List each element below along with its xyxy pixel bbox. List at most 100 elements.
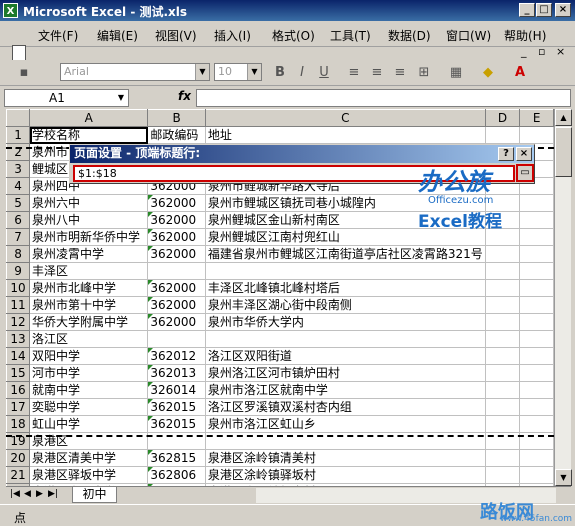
cell-e[interactable]	[519, 194, 554, 212]
menu-insert[interactable]: 插入(I)	[214, 27, 251, 44]
mdi-close-button[interactable]: ×	[556, 45, 565, 58]
cell-b[interactable]: 362015	[147, 415, 206, 433]
sheet-tab[interactable]: 初中	[72, 487, 117, 503]
close-button[interactable]: ×	[555, 3, 571, 17]
cell-b[interactable]: 362000	[147, 228, 206, 246]
cell-a[interactable]: 泉州市明新华侨中学	[29, 228, 149, 246]
help-button[interactable]: ?	[498, 147, 514, 161]
cell-c[interactable]: 泉州市华侨大学内	[204, 313, 486, 331]
cell-e[interactable]	[519, 211, 554, 229]
row-header[interactable]: 3	[6, 160, 31, 178]
name-box[interactable]: A1 ▼	[4, 89, 129, 107]
cell-c[interactable]	[204, 330, 486, 348]
scroll-up-button[interactable]: ▲	[555, 109, 572, 126]
cell-e[interactable]	[519, 126, 554, 144]
cell-c[interactable]: 洛江区罗溪镇双溪村杏内组	[204, 398, 486, 416]
row-header[interactable]: 17	[6, 398, 31, 416]
cell-a[interactable]: 双阳中学	[29, 347, 149, 365]
cell-c[interactable]: 泉州市洛江区虹山乡	[204, 415, 486, 433]
cell-e[interactable]	[519, 415, 554, 433]
cell-b[interactable]: 362815	[147, 449, 206, 467]
scroll-thumb[interactable]	[555, 127, 572, 177]
row-header[interactable]: 7	[6, 228, 31, 246]
cell-c[interactable]: 丰泽区北峰镇北峰村塔后	[204, 279, 486, 297]
row-header[interactable]: 21	[6, 466, 31, 484]
row-header[interactable]: 4	[6, 177, 31, 195]
cell-b[interactable]: 362000	[147, 313, 206, 331]
cell-a[interactable]: 学校名称	[29, 126, 149, 144]
cell-d[interactable]	[484, 449, 521, 467]
row-header[interactable]: 1	[6, 126, 31, 144]
row-header[interactable]: 13	[6, 330, 31, 348]
column-header[interactable]: B	[147, 109, 206, 127]
cell-b[interactable]: 362000	[147, 279, 206, 297]
cell-e[interactable]	[519, 398, 554, 416]
align-center-icon[interactable]: ≡	[367, 64, 387, 82]
cell-e[interactable]	[519, 466, 554, 484]
workbook-icon[interactable]	[12, 45, 26, 61]
column-header[interactable]: D	[484, 109, 521, 127]
borders-icon[interactable]: ▦	[446, 64, 466, 82]
excel-app-icon[interactable]: X	[3, 3, 18, 18]
font-color-icon[interactable]: A	[510, 64, 530, 82]
cell-e[interactable]	[519, 347, 554, 365]
chevron-down-icon[interactable]: ▼	[195, 64, 209, 80]
cell-a[interactable]: 泉州八中	[29, 211, 149, 229]
row-header[interactable]: 18	[6, 415, 31, 433]
row-header[interactable]: 15	[6, 364, 31, 382]
menu-edit[interactable]: 编辑(E)	[97, 27, 138, 44]
cell-b[interactable]	[147, 262, 206, 280]
cell-d[interactable]	[484, 381, 521, 399]
cell-b[interactable]: 362000	[147, 296, 206, 314]
fx-icon[interactable]: fx	[178, 89, 191, 103]
cell-c[interactable]: 泉港区涂岭镇清美村	[204, 449, 486, 467]
cell-e[interactable]	[519, 245, 554, 263]
cell-b[interactable]: 362012	[147, 347, 206, 365]
menu-view[interactable]: 视图(V)	[155, 27, 197, 44]
cell-a[interactable]: 华侨大学附属中学	[29, 313, 149, 331]
cell-c[interactable]: 地址	[204, 126, 486, 144]
cell-a[interactable]: 泉州六中	[29, 194, 149, 212]
cell-e[interactable]	[519, 381, 554, 399]
cell-b[interactable]: 362000	[147, 245, 206, 263]
align-right-icon[interactable]: ≡	[390, 64, 410, 82]
maximize-button[interactable]: □	[536, 3, 552, 17]
cell-d[interactable]	[484, 262, 521, 280]
cell-a[interactable]: 虹山中学	[29, 415, 149, 433]
mdi-minimize-button[interactable]: _	[521, 45, 527, 58]
underline-button[interactable]: U	[314, 64, 334, 82]
minimize-button[interactable]: _	[519, 3, 535, 17]
cell-d[interactable]	[484, 296, 521, 314]
last-sheet-button[interactable]: ▶|	[48, 489, 58, 499]
cell-a[interactable]: 丰泽区	[29, 262, 149, 280]
fill-color-icon[interactable]: ◆	[478, 64, 498, 82]
cell-e[interactable]	[519, 330, 554, 348]
cell-d[interactable]	[484, 415, 521, 433]
cell-d[interactable]	[484, 466, 521, 484]
cell-b[interactable]: 邮政编码	[147, 126, 206, 144]
column-header[interactable]: A	[29, 109, 149, 127]
merge-center-icon[interactable]: ⊞	[414, 64, 434, 82]
row-header[interactable]: 5	[6, 194, 31, 212]
cell-e[interactable]	[519, 262, 554, 280]
cell-a[interactable]: 洛江区	[29, 330, 149, 348]
cell-d[interactable]	[484, 126, 521, 144]
mdi-restore-button[interactable]: ▫	[538, 45, 545, 58]
cell-b[interactable]: 362000	[147, 194, 206, 212]
cell-e[interactable]	[519, 296, 554, 314]
cell-e[interactable]	[519, 449, 554, 467]
chevron-down-icon[interactable]: ▼	[247, 64, 261, 80]
cell-a[interactable]: 就南中学	[29, 381, 149, 399]
cell-c[interactable]: 福建省泉州市鲤城区江南街道亭店社区凌霄路321号	[204, 245, 486, 263]
menu-tools[interactable]: 工具(T)	[330, 27, 371, 44]
row-header[interactable]: 16	[6, 381, 31, 399]
cell-c[interactable]: 泉州丰泽区湖心街中段南侧	[204, 296, 486, 314]
expand-dialog-icon[interactable]: ▭	[516, 164, 534, 182]
vertical-scrollbar[interactable]: ▲ ▼	[554, 109, 572, 486]
font-size-select[interactable]: 10 ▼	[214, 63, 262, 81]
save-icon[interactable]: ▪	[14, 64, 34, 82]
dialog-close-button[interactable]: ×	[516, 147, 532, 161]
cell-b[interactable]: 362806	[147, 466, 206, 484]
cell-a[interactable]: 泉州凌霄中学	[29, 245, 149, 263]
font-select[interactable]: Arial ▼	[60, 63, 210, 81]
